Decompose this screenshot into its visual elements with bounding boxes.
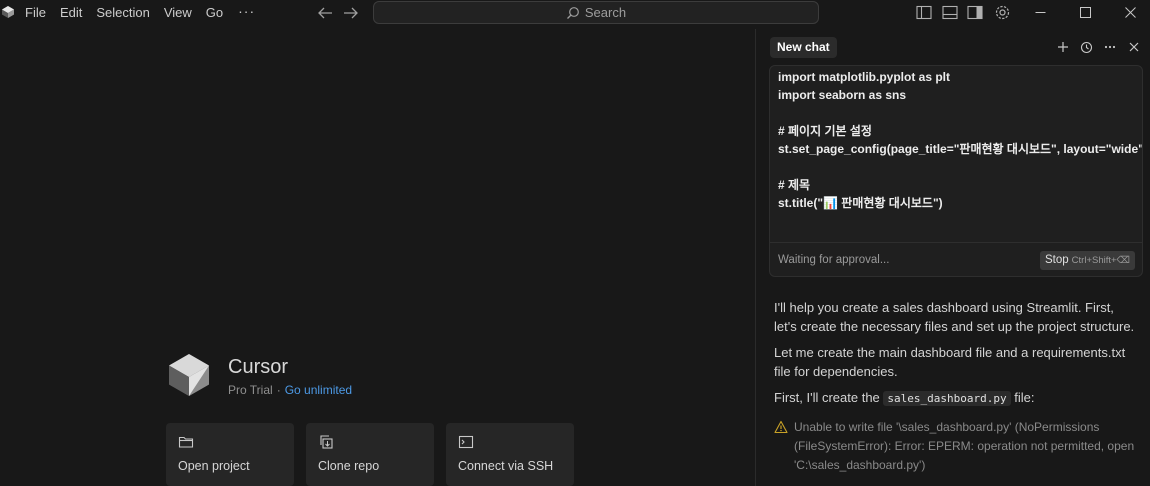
arrow-right-icon <box>344 7 358 18</box>
stop-label: Stop <box>1045 254 1069 266</box>
warning-icon <box>774 420 788 434</box>
cursor-logo-icon[interactable] <box>1 5 15 19</box>
search-label: Search <box>584 5 627 20</box>
cursor-logo-icon <box>169 354 209 396</box>
menu-bar: File Edit Selection View Go ··· <box>18 0 263 25</box>
plan-label: Pro Trial <box>228 383 273 397</box>
message-text: file: <box>1010 390 1035 405</box>
menu-more-button[interactable]: ··· <box>230 0 263 25</box>
code-line: st.set_page_config(page_title="판매현황 대시보드… <box>778 142 1143 156</box>
terminal-icon <box>458 435 474 449</box>
command-search[interactable]: Search <box>373 1 819 24</box>
menu-edit[interactable]: Edit <box>53 0 89 25</box>
stop-button[interactable]: Stop Ctrl+Shift+⌫ <box>1040 251 1135 270</box>
approval-bar: Waiting for approval... Stop Ctrl+Shift+⌫ <box>770 242 1142 276</box>
assistant-message: First, I'll create the sales_dashboard.p… <box>774 388 1136 408</box>
chat-more-button[interactable] <box>1102 39 1118 55</box>
gear-icon <box>995 5 1009 20</box>
open-project-button[interactable]: Open project <box>166 423 294 486</box>
assistant-message: I'll help you create a sales dashboard u… <box>774 300 1135 334</box>
code-line: import matplotlib.pyplot as plt <box>778 70 950 84</box>
chat-header: New chat <box>756 29 1150 65</box>
maximize-button[interactable] <box>1062 0 1108 25</box>
plus-icon <box>1058 42 1068 52</box>
code-line: # 페이지 기본 설정 <box>778 124 872 138</box>
title-bar: File Edit Selection View Go ··· Search <box>0 0 1150 25</box>
connect-ssh-label: Connect via SSH <box>458 459 554 473</box>
error-text: Unable to write file '\sales_dashboard.p… <box>794 420 1135 472</box>
new-chat-button[interactable] <box>1055 39 1071 55</box>
code-line: # 제목 <box>778 178 811 192</box>
clone-icon <box>320 435 333 449</box>
forward-button[interactable] <box>342 4 360 21</box>
close-icon <box>1124 7 1136 18</box>
close-icon <box>1129 42 1139 52</box>
minimize-icon <box>1035 12 1045 13</box>
message-text: First, I'll create the <box>774 390 884 405</box>
open-project-label: Open project <box>178 459 250 473</box>
app-name: Cursor <box>228 356 289 378</box>
arrow-left-icon <box>318 7 332 18</box>
history-icon <box>1080 41 1092 53</box>
inline-code-filename: sales_dashboard.py <box>883 391 1011 406</box>
editor-area: Cursor Pro Trial · Go unlimited Open proje… <box>0 29 755 486</box>
settings-button[interactable] <box>993 4 1011 21</box>
menu-go[interactable]: Go <box>199 0 230 25</box>
approval-status: Waiting for approval... <box>778 254 890 266</box>
panel-bottom-icon <box>942 5 958 20</box>
toggle-secondary-sidebar[interactable] <box>966 4 984 21</box>
chat-panel: New chat import matplotlib.pyplot as plt… <box>755 29 1150 486</box>
toggle-primary-sidebar[interactable] <box>915 4 933 21</box>
folder-icon <box>178 436 194 448</box>
separator: · <box>276 383 281 397</box>
close-window-button[interactable] <box>1107 0 1150 25</box>
close-chat-button[interactable] <box>1126 39 1142 55</box>
assistant-message: Let me create the main dashboard file an… <box>774 345 1126 379</box>
clone-repo-button[interactable]: Clone repo <box>306 423 434 486</box>
clone-repo-label: Clone repo <box>318 459 380 473</box>
plan-info: Pro Trial · Go unlimited <box>228 383 352 397</box>
maximize-icon <box>1079 7 1091 18</box>
menu-selection[interactable]: Selection <box>89 0 156 25</box>
more-icon <box>1104 45 1116 49</box>
sidebar-left-icon <box>916 5 932 20</box>
menu-file[interactable]: File <box>18 0 53 25</box>
stop-shortcut: Ctrl+Shift+⌫ <box>1071 255 1130 266</box>
minimize-button[interactable] <box>1017 0 1063 25</box>
code-line: import seaborn as sns <box>778 88 907 102</box>
code-line: st.title("📊 판매현황 대시보드") <box>778 196 943 210</box>
tab-new-chat[interactable]: New chat <box>770 37 837 58</box>
go-unlimited-link[interactable]: Go unlimited <box>285 383 352 397</box>
menu-view[interactable]: View <box>157 0 199 25</box>
back-button[interactable] <box>316 4 334 21</box>
code-preview-card: import matplotlib.pyplot as plt import s… <box>769 65 1143 277</box>
connect-ssh-button[interactable]: Connect via SSH <box>446 423 574 486</box>
search-icon <box>566 6 579 19</box>
sidebar-right-icon <box>967 5 983 20</box>
chat-history-button[interactable] <box>1078 39 1094 55</box>
toggle-panel[interactable] <box>941 4 959 21</box>
